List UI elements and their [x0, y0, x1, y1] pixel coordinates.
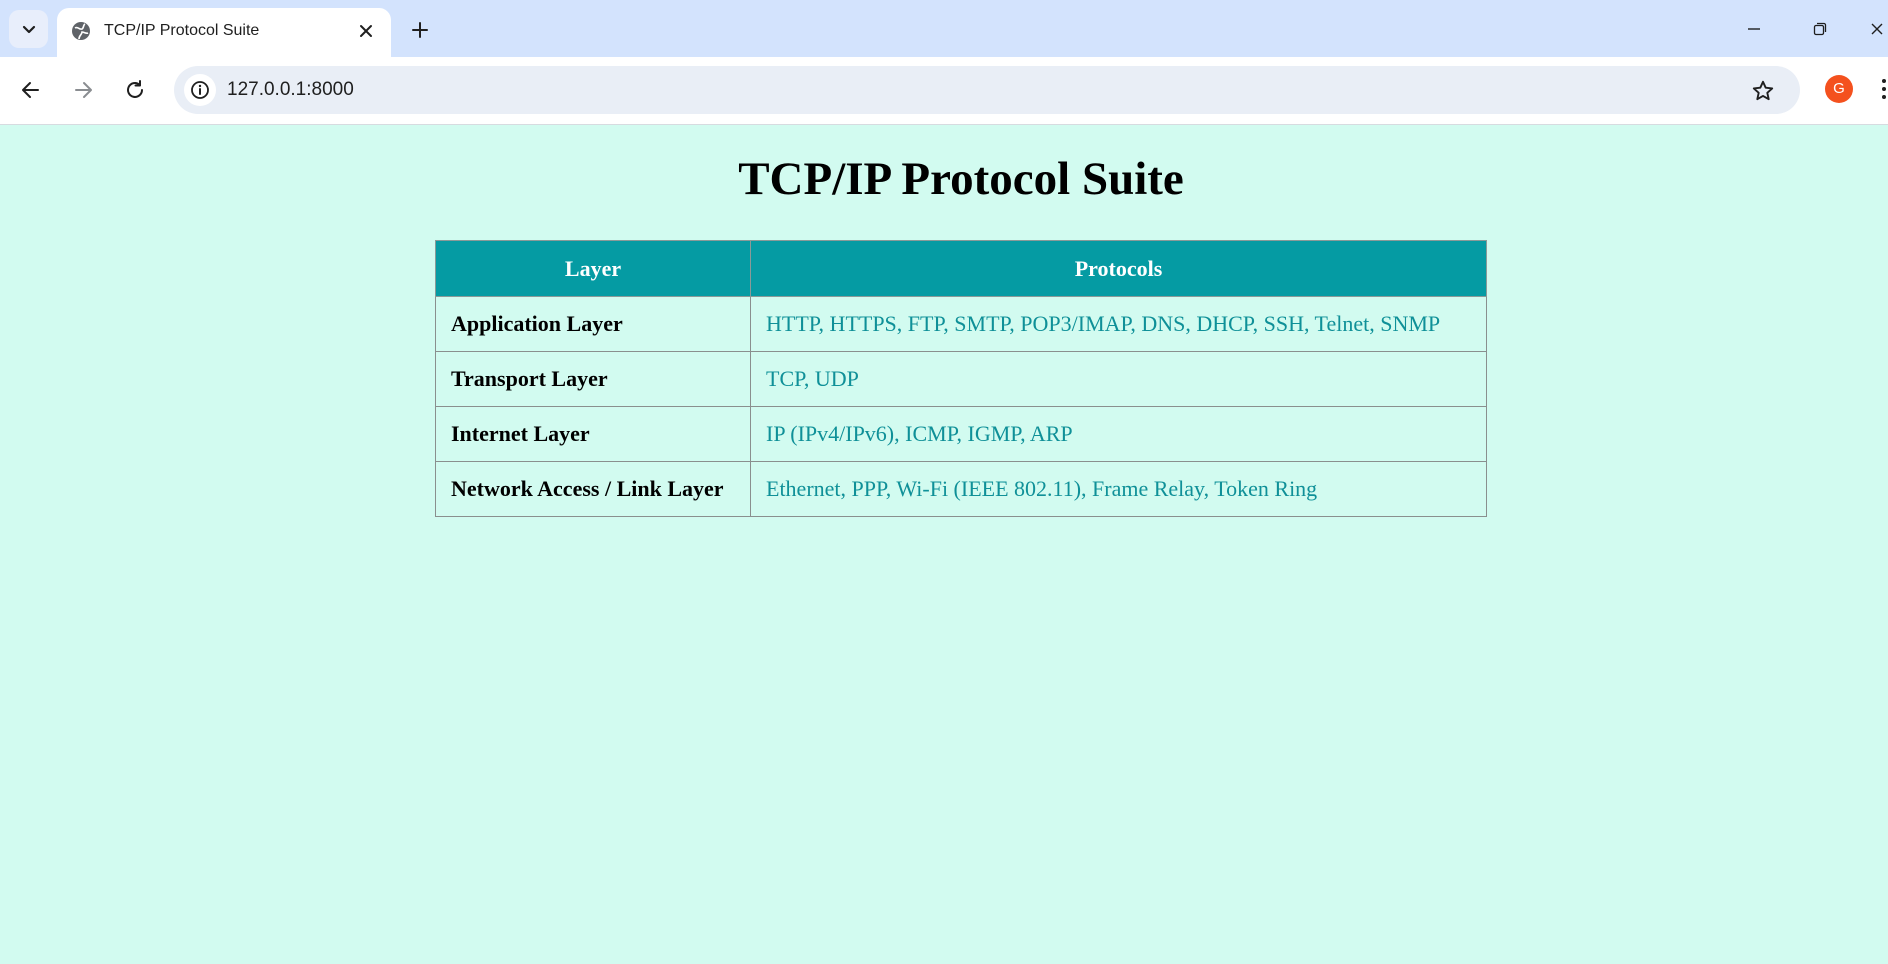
bookmark-button[interactable]	[1750, 78, 1776, 104]
layer-cell: Network Access / Link Layer	[435, 461, 751, 517]
protocol-table: Layer Protocols Application Layer HTTP, …	[435, 240, 1487, 517]
protocols-cell: IP (IPv4/IPv6), ICMP, IGMP, ARP	[750, 406, 1487, 462]
tab-strip: TCP/IP Protocol Suite	[0, 0, 1888, 57]
layer-cell: Transport Layer	[435, 351, 751, 407]
minimize-button[interactable]	[1740, 16, 1768, 42]
reload-icon	[127, 80, 143, 98]
profile-avatar[interactable]: G	[1825, 75, 1853, 103]
browser-menu-button[interactable]	[1880, 77, 1888, 101]
column-header-protocols: Protocols	[750, 240, 1487, 297]
table-row: Network Access / Link Layer Ethernet, PP…	[435, 461, 1487, 517]
tab-active[interactable]: TCP/IP Protocol Suite	[57, 8, 391, 57]
table-row: Transport Layer TCP, UDP	[435, 351, 1487, 407]
column-header-layer: Layer	[435, 240, 751, 297]
reload-button[interactable]	[119, 74, 151, 106]
forward-button[interactable]	[67, 74, 99, 106]
page-title: TCP/IP Protocol Suite	[738, 153, 1184, 205]
table-row: Internet Layer IP (IPv4/IPv6), ICMP, IGM…	[435, 406, 1487, 462]
table-row: Application Layer HTTP, HTTPS, FTP, SMTP…	[435, 296, 1487, 352]
close-icon	[360, 25, 372, 37]
layer-cell: Internet Layer	[435, 406, 751, 462]
protocols-cell: TCP, UDP	[750, 351, 1487, 407]
tab-search-button[interactable]	[9, 10, 48, 48]
restore-icon	[1813, 22, 1827, 36]
star-icon	[1752, 80, 1774, 101]
plus-icon	[412, 22, 428, 38]
table-header-row: Layer Protocols	[435, 240, 1487, 297]
page-content: TCP/IP Protocol Suite Layer Protocols Ap…	[0, 125, 1888, 964]
arrow-right-icon	[75, 82, 92, 98]
arrow-left-icon	[22, 82, 39, 98]
new-tab-button[interactable]	[406, 16, 434, 44]
address-bar[interactable]: 127.0.0.1:8000	[174, 66, 1800, 114]
back-button[interactable]	[15, 74, 47, 106]
site-info-button[interactable]	[184, 74, 216, 106]
info-icon	[191, 81, 209, 99]
globe-icon	[72, 22, 90, 40]
protocols-cell: HTTP, HTTPS, FTP, SMTP, POP3/IMAP, DNS, …	[750, 296, 1487, 352]
tab-close-button[interactable]	[355, 20, 377, 42]
more-vertical-icon	[1882, 79, 1886, 99]
layer-cell: Application Layer	[435, 296, 751, 352]
close-icon	[1871, 23, 1883, 35]
protocols-cell: Ethernet, PPP, Wi-Fi (IEEE 802.11), Fram…	[750, 461, 1487, 517]
minimize-icon	[1748, 28, 1760, 30]
chevron-down-icon	[22, 25, 35, 34]
browser-toolbar: 127.0.0.1:8000 G	[0, 57, 1888, 125]
restore-button[interactable]	[1806, 16, 1834, 42]
close-window-button[interactable]	[1868, 16, 1888, 42]
tab-title: TCP/IP Protocol Suite	[104, 22, 260, 39]
url-text[interactable]: 127.0.0.1:8000	[227, 79, 354, 101]
